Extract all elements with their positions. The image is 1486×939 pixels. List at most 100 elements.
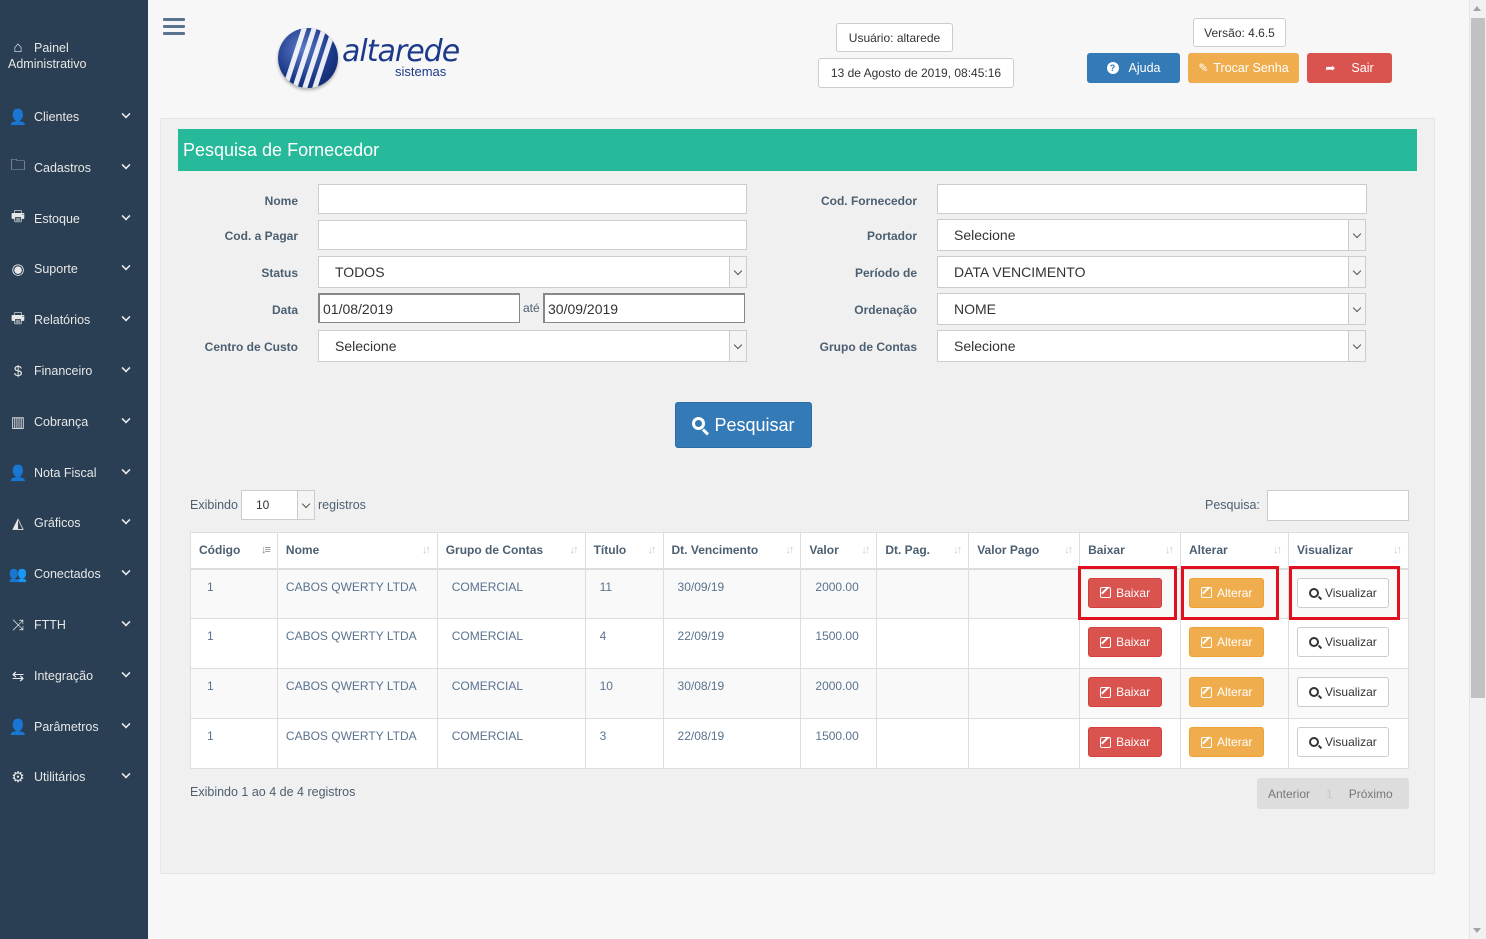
ordenacao-value: NOME — [954, 301, 996, 317]
chevron-down-icon — [121, 414, 131, 424]
table-search-input[interactable] — [1267, 490, 1409, 521]
column-header[interactable]: Alterar ↓↑ — [1180, 532, 1289, 570]
logout-button[interactable]: ➦ Sair — [1307, 53, 1392, 83]
sidebar-item-painel[interactable]: ⌂ Painel Administrativo — [0, 38, 148, 78]
alterar-button-label: Alterar — [1217, 735, 1253, 749]
periodo-value: DATA VENCIMENTO — [954, 264, 1086, 280]
column-header[interactable]: Baixar ↓↑ — [1079, 532, 1182, 570]
cell-baixar: Baixar — [1079, 668, 1182, 719]
help-button[interactable]: ? Ajuda — [1087, 53, 1180, 83]
chevron-down-icon — [121, 668, 131, 678]
column-header[interactable]: Valor ↓↑ — [800, 532, 878, 570]
sidebar-item-10[interactable]: 👥 Conectados — [0, 554, 148, 594]
date-from-input[interactable]: 01/08/2019 — [318, 293, 520, 323]
alterar-button-label: Alterar — [1217, 685, 1253, 699]
visualizar-button[interactable]: Visualizar — [1296, 727, 1389, 757]
version-badge: Versão: 4.6.5 — [1193, 18, 1286, 47]
page-length-select[interactable]: 10 — [241, 490, 315, 520]
cell-visualizar: Visualizar — [1287, 668, 1410, 719]
sidebar-item-9[interactable]: ◭ Gráficos — [0, 503, 148, 543]
scroll-down-icon[interactable] — [1473, 928, 1481, 933]
chevron-down-icon — [121, 261, 131, 271]
sidebar-item-8[interactable]: 👤 Nota Fiscal — [0, 453, 148, 493]
cell-titulo: 3 — [584, 718, 664, 769]
column-header[interactable]: Grupo de Contas ↓↑ — [436, 532, 586, 570]
pagination-prev[interactable]: Anterior — [1258, 787, 1320, 801]
sort-icon: ↓≡ — [261, 544, 271, 556]
alterar-button[interactable]: Alterar — [1189, 677, 1265, 707]
cell-alterar: Alterar — [1180, 668, 1289, 719]
logo-mark — [278, 28, 338, 88]
sidebar-item-label: Conectados — [34, 567, 101, 582]
scroll-up-icon[interactable] — [1473, 6, 1481, 11]
chevron-down-icon — [121, 465, 131, 475]
cell-nome: CABOS QWERTY LTDA — [276, 618, 438, 669]
sidebar-home-line2: Administrativo — [8, 57, 87, 71]
grupo-contas-select[interactable]: Selecione — [937, 330, 1366, 362]
sidebar-item-label: Cadastros — [34, 160, 91, 175]
column-header[interactable]: Dt. Pag. ↓↑ — [876, 532, 970, 570]
column-header[interactable]: Valor Pago ↓↑ — [968, 532, 1081, 570]
column-header[interactable]: Código ↓≡ — [190, 532, 278, 570]
pagination-next[interactable]: Próximo — [1339, 787, 1403, 801]
cell-baixar: Baixar — [1079, 718, 1182, 769]
search-button[interactable]: Pesquisar — [675, 402, 812, 448]
alterar-button[interactable]: Alterar — [1189, 727, 1265, 757]
zoom-icon — [1308, 737, 1319, 747]
sidebar-item-13[interactable]: 👤 Parâmetros — [0, 707, 148, 747]
edit-icon — [1100, 636, 1112, 648]
date-to-input[interactable]: 30/09/2019 — [543, 293, 745, 323]
alterar-button[interactable]: Alterar — [1189, 627, 1265, 657]
cod-pagar-input[interactable] — [318, 220, 747, 250]
column-header[interactable]: Visualizar ↓↑ — [1287, 532, 1410, 570]
status-label: Status — [261, 266, 298, 280]
sidebar-item-14[interactable]: ⚙ Utilitários — [0, 757, 148, 797]
visualizar-button[interactable]: Visualizar — [1296, 677, 1389, 707]
alterar-button-label: Alterar — [1217, 635, 1253, 649]
baixar-button[interactable]: Baixar — [1088, 677, 1163, 707]
pagination-page[interactable]: 1 — [1320, 787, 1339, 801]
cod-fornecedor-input[interactable] — [937, 184, 1367, 214]
centro-custo-value: Selecione — [335, 338, 397, 354]
sidebar-item-12[interactable]: ⇆ Integração — [0, 656, 148, 696]
ordenacao-select[interactable]: NOME — [937, 293, 1366, 325]
scrollbar-thumb[interactable] — [1471, 18, 1485, 698]
edit-icon — [1100, 686, 1112, 698]
centro-custo-label: Centro de Custo — [204, 340, 298, 354]
column-header[interactable]: Nome ↓↑ — [276, 532, 438, 570]
status-select[interactable]: TODOS — [318, 256, 747, 288]
sidebar-item-label: Nota Fiscal — [34, 465, 97, 480]
sidebar-item-2[interactable]: 🗀 Cadastros — [0, 148, 148, 188]
column-header[interactable]: Título ↓↑ — [584, 532, 664, 570]
sidebar-item-1[interactable]: 👤 Clientes — [0, 97, 148, 137]
menu-toggle-icon[interactable] — [163, 18, 185, 36]
cell-dt-pag — [876, 618, 970, 669]
cell-valor-pago — [968, 568, 1081, 619]
periodo-select[interactable]: DATA VENCIMENTO — [937, 256, 1366, 288]
sidebar-item-label: Clientes — [34, 110, 80, 124]
print-icon: 🖶 — [10, 208, 26, 226]
question-icon: ? — [1106, 62, 1119, 74]
baixar-button[interactable]: Baixar — [1088, 627, 1163, 657]
change-password-button[interactable]: ✎ Trocar Senha — [1188, 53, 1299, 83]
highlight-alterar — [1181, 566, 1279, 620]
sidebar-home-line1: Painel — [34, 41, 69, 55]
sidebar-item-5[interactable]: 🖶 Relatórios — [0, 300, 148, 340]
sidebar-item-6[interactable]: $ Financeiro — [0, 351, 148, 391]
column-header[interactable]: Dt. Vencimento ↓↑ — [662, 532, 802, 570]
sidebar-item-label: Gráficos — [34, 516, 81, 531]
sort-icon: ↓↑ — [1272, 544, 1282, 556]
sidebar-item-7[interactable]: ▥ Cobrança — [0, 402, 148, 442]
baixar-button[interactable]: Baixar — [1088, 727, 1163, 757]
sidebar-item-4[interactable]: ◉ Suporte — [0, 249, 148, 289]
sidebar-item-11[interactable]: ⤨ FTTH — [0, 605, 148, 645]
visualizar-button-label: Visualizar — [1324, 635, 1377, 649]
cell-valor: 2000.00 — [800, 668, 878, 719]
column-header-label: Valor Pago — [977, 543, 1040, 558]
nome-input[interactable] — [318, 184, 747, 214]
sidebar-item-3[interactable]: 🖶 Estoque — [0, 199, 148, 239]
visualizar-button[interactable]: Visualizar — [1296, 627, 1389, 657]
chevron-down-icon — [121, 109, 131, 119]
centro-custo-select[interactable]: Selecione — [318, 330, 747, 362]
portador-select[interactable]: Selecione — [937, 219, 1366, 251]
